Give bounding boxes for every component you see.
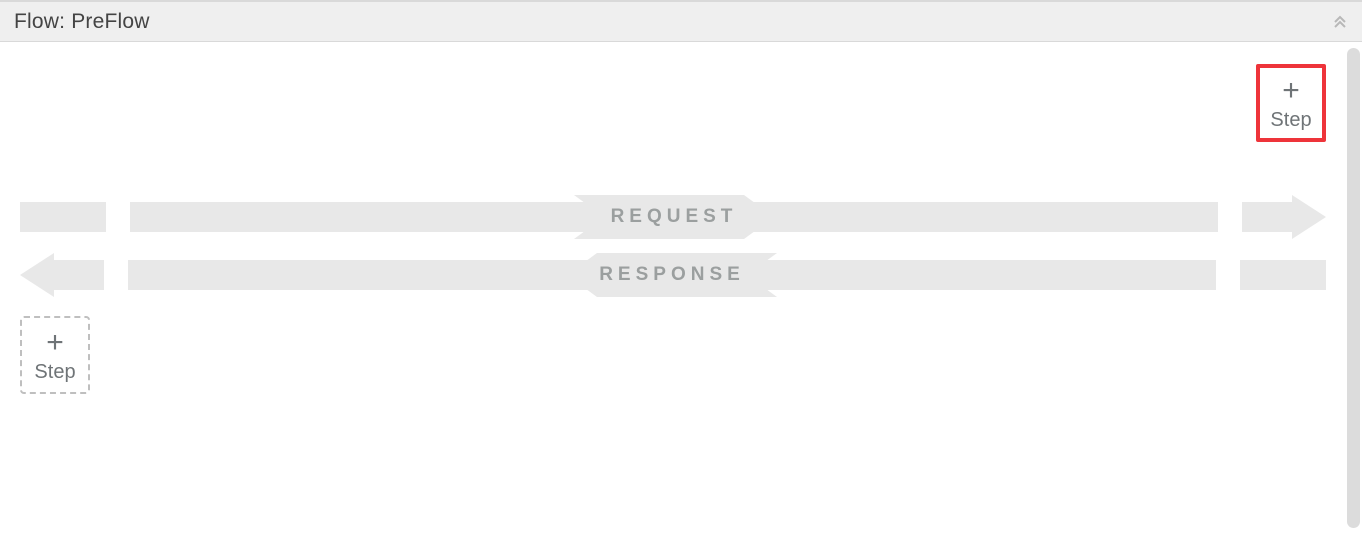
- panel-title: Flow: PreFlow: [14, 10, 150, 34]
- arrow-right-icon: [1292, 195, 1326, 239]
- arrow-left-icon: [20, 253, 54, 297]
- request-label-chevron: REQUEST: [574, 195, 774, 239]
- response-step-row: + Step: [20, 316, 1326, 394]
- response-flow: RESPONSE: [20, 260, 1326, 290]
- add-response-step-button[interactable]: + Step: [20, 316, 90, 394]
- response-flow-bar: RESPONSE: [128, 260, 1216, 290]
- flow-panel: Flow: PreFlow + Step: [0, 0, 1362, 554]
- flow-diagram: REQUEST: [20, 202, 1326, 290]
- response-label-chevron: RESPONSE: [567, 253, 777, 297]
- panel-body-wrap: + Step REQUEST: [0, 42, 1362, 554]
- vertical-scrollbar[interactable]: [1347, 48, 1360, 528]
- request-step-row: + Step: [20, 64, 1326, 142]
- flow-segment: [20, 202, 106, 232]
- collapse-button[interactable]: [1328, 10, 1352, 34]
- step-button-label: Step: [1270, 110, 1311, 130]
- request-label: REQUEST: [611, 206, 738, 228]
- panel-body: + Step REQUEST: [0, 42, 1344, 554]
- request-flow-bar: REQUEST: [130, 202, 1218, 232]
- plus-icon: +: [1282, 76, 1300, 106]
- flow-segment: [54, 260, 104, 290]
- request-flow: REQUEST: [20, 202, 1326, 232]
- plus-icon: +: [46, 328, 64, 358]
- add-request-step-button[interactable]: + Step: [1256, 64, 1326, 142]
- panel-header: Flow: PreFlow: [0, 2, 1362, 42]
- flow-segment: [1242, 202, 1292, 232]
- flow-segment: [1240, 260, 1326, 290]
- response-label: RESPONSE: [599, 264, 745, 286]
- step-button-label: Step: [34, 362, 75, 382]
- chevron-double-up-icon: [1332, 14, 1348, 30]
